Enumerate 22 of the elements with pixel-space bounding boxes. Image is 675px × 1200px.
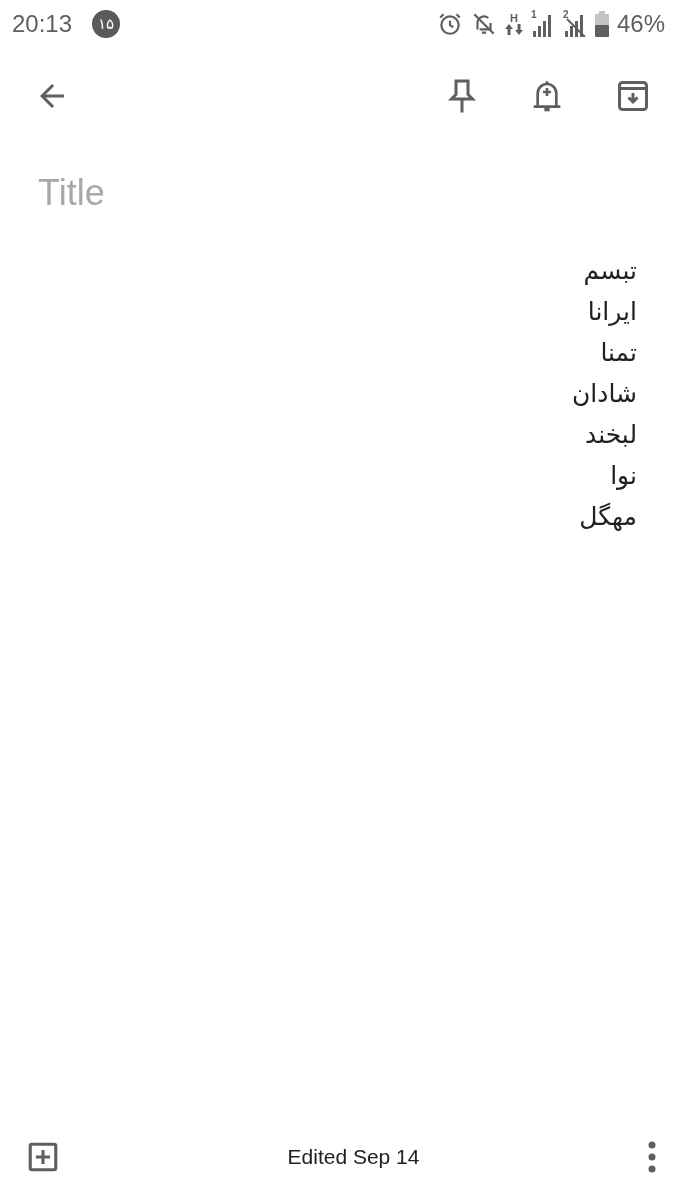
pin-icon — [447, 78, 477, 114]
more-vertical-icon — [647, 1140, 657, 1174]
note-line: ایرانا — [587, 296, 637, 328]
note-line: نوا — [610, 460, 637, 492]
sim-label: 1 — [530, 9, 537, 20]
title-field[interactable]: Title — [38, 170, 637, 216]
battery-icon — [594, 11, 609, 37]
add-box-icon — [26, 1140, 60, 1174]
notification-badge: ۱۵ — [92, 10, 121, 38]
note-line: تمنا — [600, 337, 637, 369]
sim-label: 2 — [562, 9, 569, 20]
data-arrows-icon — [504, 24, 523, 35]
note-line: لبخند — [585, 419, 637, 451]
edited-date: Edited Sep 14 — [287, 1145, 420, 1169]
network-type-label: H — [509, 13, 518, 24]
battery-percentage: 46% — [616, 10, 665, 38]
clock-time: 20:13 — [12, 10, 73, 38]
note-line: شادان — [572, 378, 637, 410]
note-line: مهگل — [579, 501, 637, 533]
note-line: تبسم — [583, 255, 637, 287]
archive-icon — [615, 78, 651, 114]
bell-plus-icon — [531, 78, 563, 114]
